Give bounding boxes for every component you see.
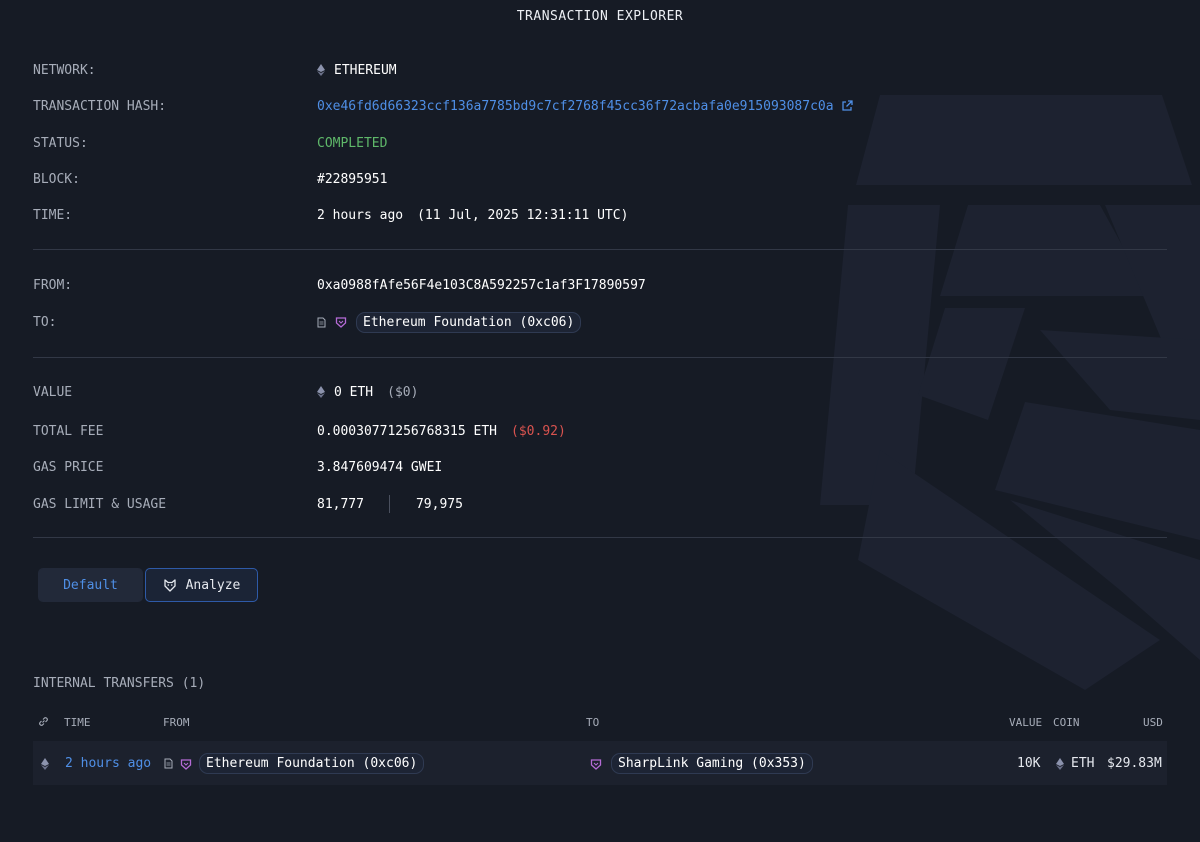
- gas-usage-value: 79,975: [415, 496, 463, 512]
- transfer-from-pill[interactable]: Ethereum Foundation (0xc06): [199, 753, 425, 774]
- divider: [33, 537, 1167, 538]
- time-relative: 2 hours ago: [317, 207, 404, 223]
- gas-limit-label: GAS LIMIT & USAGE: [33, 496, 167, 512]
- value-label: VALUE: [33, 384, 73, 400]
- block-number[interactable]: #22895951: [317, 172, 387, 187]
- contract-file-icon: [317, 317, 326, 327]
- entity-tag-icon: [180, 758, 192, 770]
- network-value: ETHEREUM: [334, 62, 397, 78]
- ethereum-icon: [41, 757, 49, 770]
- fee-usd: ($0.92): [511, 423, 566, 439]
- page-title: TRANSACTION EXPLORER: [516, 9, 684, 24]
- network-label: NETWORK:: [33, 62, 96, 78]
- external-link-icon[interactable]: [841, 100, 853, 112]
- entity-tag-icon: [590, 758, 602, 770]
- gas-limit-value: 81,777: [317, 496, 364, 512]
- transfer-time-link[interactable]: 2 hours ago: [65, 756, 151, 771]
- hash-label: TRANSACTION HASH:: [33, 98, 167, 114]
- from-address[interactable]: 0xa0988fAfe56F4e103C8A592257c1af3F178905…: [317, 278, 646, 293]
- status-badge: COMPLETED: [317, 135, 388, 151]
- ethereum-icon: [317, 64, 325, 76]
- column-header-to: TO: [586, 716, 600, 729]
- contract-file-icon: [164, 758, 173, 769]
- analyze-fox-icon: [163, 579, 176, 592]
- ethereum-icon: [317, 386, 325, 398]
- column-header-coin: COIN: [1053, 716, 1080, 729]
- default-tab-label: Default: [63, 577, 118, 593]
- link-chain-icon: [39, 717, 48, 726]
- analyze-tab-button[interactable]: Analyze: [145, 568, 258, 602]
- ethereum-icon: [1056, 757, 1064, 770]
- fee-label: TOTAL FEE: [33, 423, 104, 439]
- column-header-usd: USD: [1143, 716, 1163, 729]
- transfer-value: 10K: [1017, 756, 1041, 771]
- transaction-hash-link[interactable]: 0xe46fd6d66323ccf136a7785bd9c7cf2768f45c…: [317, 99, 834, 114]
- gas-price-value: 3.847609474 GWEI: [317, 459, 443, 475]
- column-header-from: FROM: [163, 716, 190, 729]
- transfer-usd: $29.83M: [1107, 756, 1162, 771]
- value-amount: 0 ETH: [334, 384, 374, 400]
- gas-separator: [388, 495, 390, 513]
- analyze-tab-label: Analyze: [185, 577, 241, 593]
- divider: [33, 249, 1167, 250]
- from-label: FROM:: [33, 277, 73, 293]
- block-label: BLOCK:: [33, 171, 80, 187]
- gas-price-label: GAS PRICE: [33, 459, 104, 475]
- value-usd: ($0): [387, 384, 419, 400]
- time-absolute: (11 Jul, 2025 12:31:11 UTC): [417, 207, 629, 223]
- fee-amount: 0.00030771256768315 ETH: [317, 423, 498, 439]
- to-entity-pill[interactable]: Ethereum Foundation (0xc06): [356, 311, 582, 333]
- transfer-coin: ETH: [1071, 756, 1095, 771]
- transfer-to-pill[interactable]: SharpLink Gaming (0x353): [611, 753, 813, 774]
- table-row[interactable]: 2 hours ago Ethereum Foundation (0xc06) …: [33, 741, 1167, 785]
- status-label: STATUS:: [33, 135, 88, 151]
- column-header-value: VALUE: [1009, 716, 1043, 729]
- default-tab-button[interactable]: Default: [38, 568, 143, 602]
- column-header-time: TIME: [64, 716, 91, 729]
- internal-transfers-title: INTERNAL TRANSFERS (1): [33, 676, 206, 691]
- time-label: TIME:: [33, 207, 73, 223]
- to-label: TO:: [33, 314, 57, 330]
- entity-tag-icon: [335, 317, 347, 328]
- divider: [33, 357, 1167, 358]
